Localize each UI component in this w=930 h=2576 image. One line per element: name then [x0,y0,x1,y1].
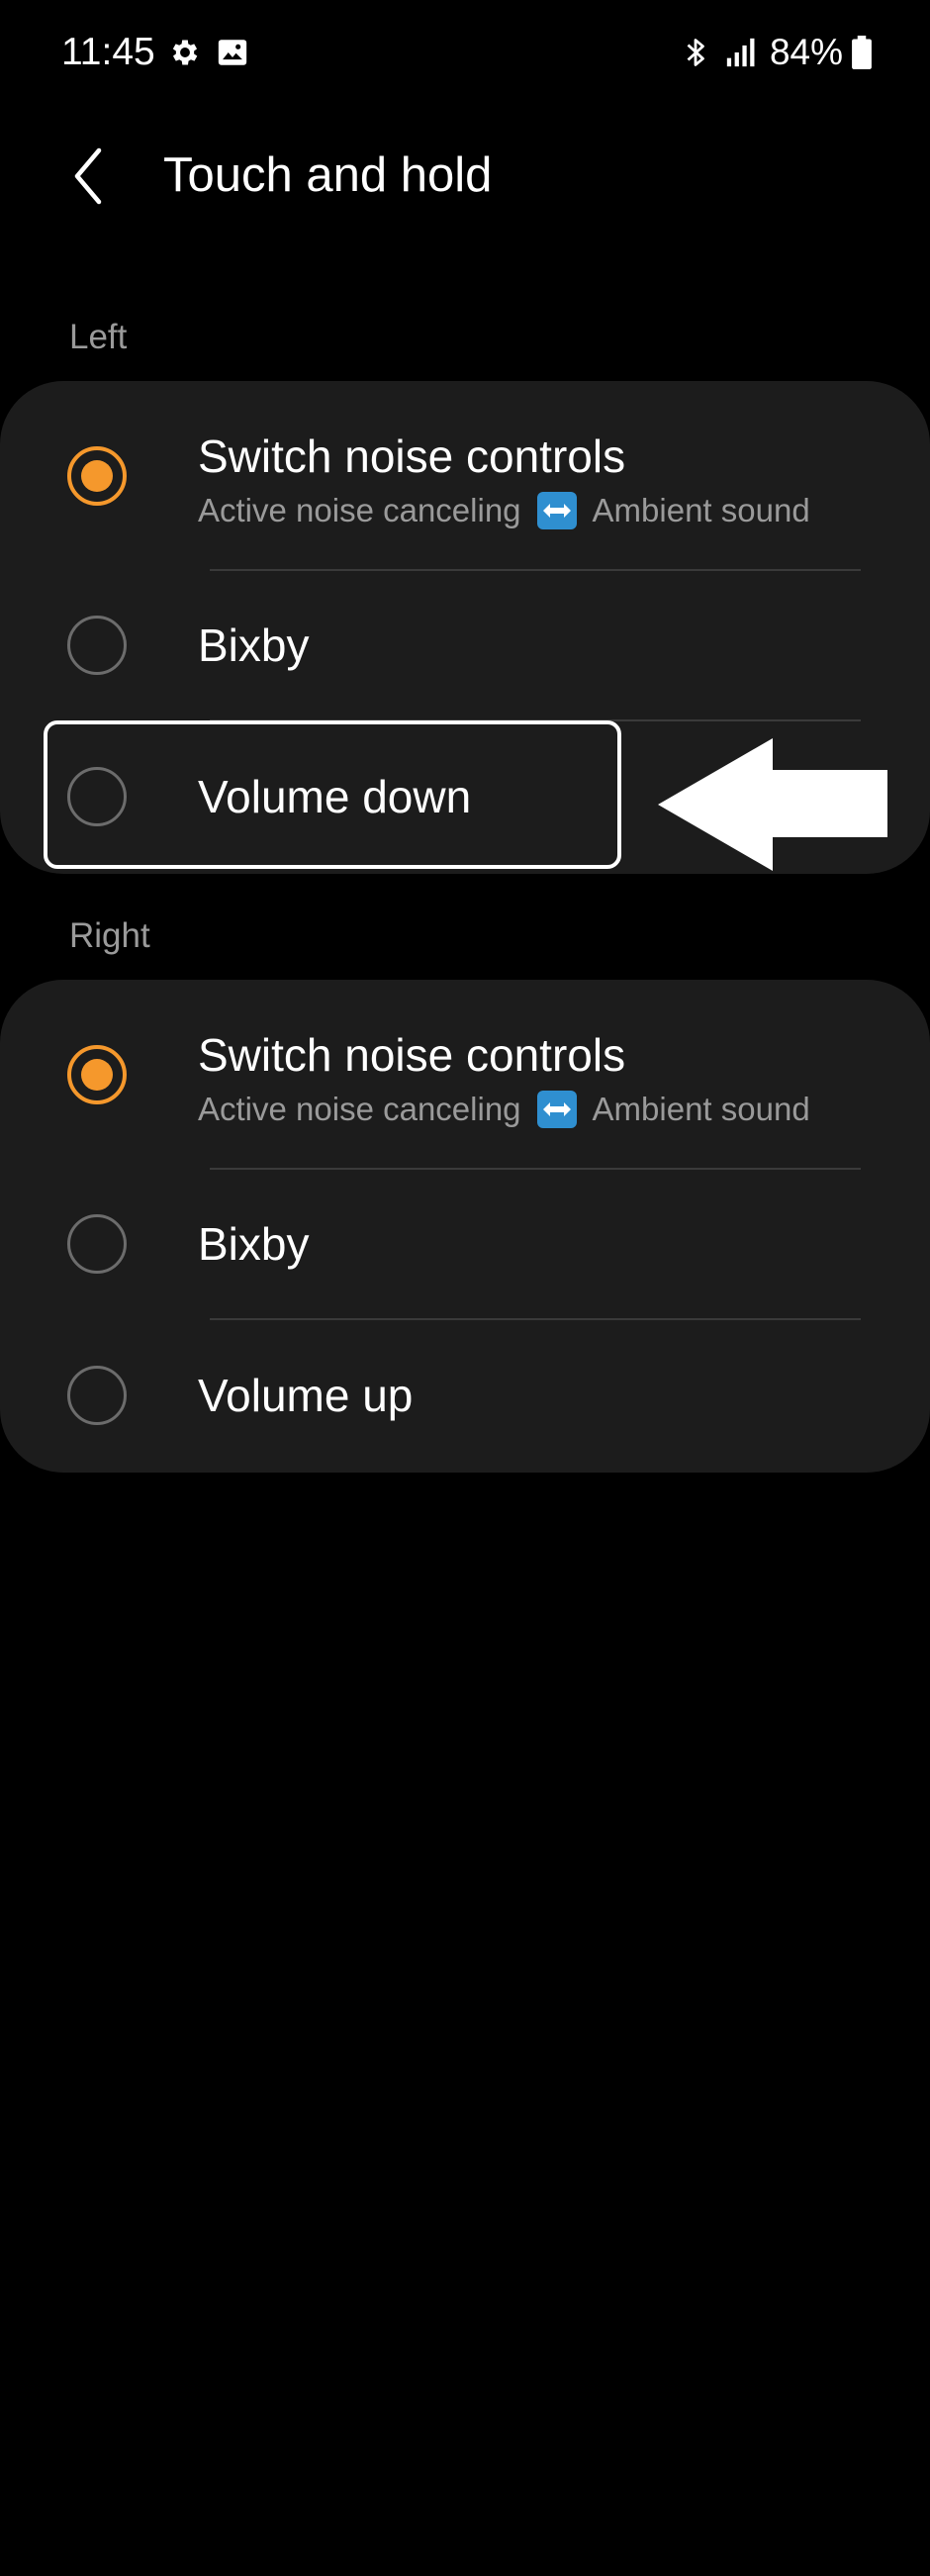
radio-unselected[interactable] [67,616,127,675]
radio-unselected[interactable] [67,1214,127,1274]
subtitle-right: Ambient sound [592,492,810,528]
status-bar: 11:45 84% [0,0,930,105]
section-label-left: Left [69,318,128,356]
swap-arrows-icon [536,1091,577,1128]
option-left-bixby[interactable]: Bixby [0,571,930,719]
bluetooth-icon [687,39,704,66]
image-icon [218,40,247,65]
status-time: 11:45 [61,31,155,73]
header: Touch and hold [0,129,930,224]
chevron-left-icon [74,147,102,205]
highlight-box [44,720,621,869]
option-title: Bixby [198,620,310,671]
gear-icon [172,40,198,65]
option-left-switch-noise[interactable]: Switch noise controls Active noise cance… [0,381,930,569]
option-subtitle: Active noise canceling Ambient sound [198,490,810,531]
battery-percent: 84% [769,32,843,72]
option-title: Switch noise controls [198,1029,626,1081]
card-right: Switch noise controls Active noise cance… [0,980,930,1473]
battery-icon [852,36,872,69]
option-right-switch-noise[interactable]: Switch noise controls Active noise cance… [0,980,930,1168]
radio-selected[interactable] [67,1045,127,1104]
back-button[interactable] [51,139,127,214]
subtitle-left: Active noise canceling [198,492,521,528]
option-title: Volume up [198,1370,414,1421]
radio-unselected[interactable] [67,1366,127,1425]
option-title: Switch noise controls [198,430,626,482]
section-label-right: Right [69,916,150,955]
option-title: Bixby [198,1218,310,1270]
option-right-volume-up[interactable]: Volume up [0,1320,930,1471]
option-subtitle: Active noise canceling Ambient sound [198,1089,810,1130]
radio-selected[interactable] [67,446,127,506]
swap-arrows-icon [536,492,577,529]
arrow-left-icon [658,738,887,871]
page-title: Touch and hold [163,148,493,202]
status-right: 84% [667,30,873,75]
signal-icon [726,38,755,67]
subtitle-left: Active noise canceling [198,1091,521,1127]
subtitle-right: Ambient sound [592,1091,810,1127]
option-right-bixby[interactable]: Bixby [0,1170,930,1318]
